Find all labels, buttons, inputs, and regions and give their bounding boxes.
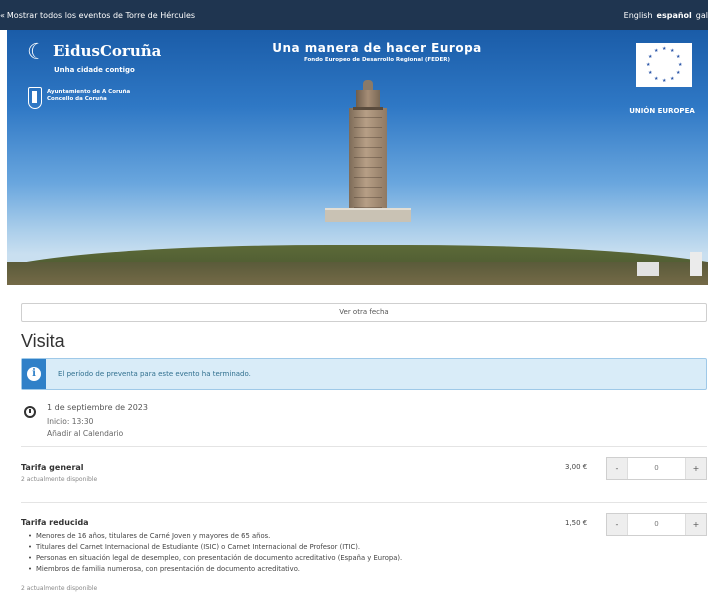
rate-availability-general: 2 actualmente disponible: [21, 476, 98, 483]
language-english[interactable]: English: [624, 11, 653, 20]
language-switcher: English español gal: [620, 11, 708, 20]
eu-flag-icon: ★ ★ ★ ★ ★ ★ ★ ★ ★ ★ ★ ★: [636, 43, 692, 87]
reduced-rate-conditions: Menores de 16 años, titulares de Carné J…: [36, 531, 402, 575]
rate-price-reduced: 1,50 €: [565, 519, 588, 527]
eu-slogan: Una manera de hacer Europa: [272, 41, 482, 55]
list-item: Personas en situación legal de desempleo…: [36, 553, 402, 564]
presale-ended-alert: i El período de preventa para este event…: [21, 358, 707, 390]
decrease-button[interactable]: -: [607, 514, 627, 535]
eidus-logo-icon: ☾: [27, 40, 47, 65]
rate-availability-reduced: 2 actualmente disponible: [21, 585, 98, 592]
show-all-events-link[interactable]: «Mostrar todos los eventos de Torre de H…: [0, 11, 197, 20]
back-arrow-icon: «: [0, 11, 5, 20]
quantity-stepper-general: - 0 +: [606, 457, 707, 480]
divider: [21, 502, 707, 503]
show-all-events-label: Mostrar todos los eventos de Torre de Hé…: [6, 11, 196, 20]
quantity-input[interactable]: 0: [627, 458, 686, 479]
language-spanish[interactable]: español: [657, 11, 692, 20]
increase-button[interactable]: +: [686, 458, 706, 479]
tower-of-hercules-image: [349, 108, 387, 210]
feder-label: Fondo Europeo de Desarrollo Regional (FE…: [303, 57, 450, 63]
event-date: 1 de septiembre de 2023: [47, 403, 148, 412]
event-start-time: Inicio: 13:30: [47, 417, 94, 426]
decrease-button[interactable]: -: [607, 458, 627, 479]
see-other-date-button[interactable]: Ver otra fecha: [21, 303, 707, 322]
rate-name-reduced: Tarifa reducida: [21, 518, 89, 527]
eidus-logo-title: EidusCoruña: [53, 42, 162, 60]
tower-railing: [353, 107, 383, 110]
rate-price-general: 3,00 €: [565, 463, 588, 471]
info-icon: i: [22, 359, 46, 389]
add-to-calendar-link[interactable]: Añadir al Calendario: [47, 429, 123, 438]
clock-icon: [24, 406, 36, 418]
list-item: Miembros de familia numerosa, con presen…: [36, 564, 402, 575]
alert-message: El período de preventa para este evento …: [58, 370, 251, 378]
eu-label: UNIÓN EUROPEA: [629, 107, 695, 115]
header-banner: ☾ EidusCoruña Unha cidade contigo Ayunta…: [7, 30, 708, 285]
banner-ground: [7, 262, 708, 285]
city-council-label: Ayuntamiento de A Coruña Concello da Cor…: [47, 89, 131, 102]
eidus-logo-subtitle: Unha cidade contigo: [54, 66, 135, 74]
divider: [21, 446, 707, 447]
city-shield-icon: [28, 87, 42, 109]
tower-base: [325, 208, 411, 222]
building-image: [637, 262, 659, 276]
building-image: [690, 252, 702, 276]
event-title: Visita: [21, 331, 65, 351]
increase-button[interactable]: +: [686, 514, 706, 535]
language-galician[interactable]: gal: [696, 11, 708, 20]
top-bar: «Mostrar todos los eventos de Torre de H…: [0, 0, 708, 30]
list-item: Menores de 16 años, titulares de Carné J…: [36, 531, 402, 542]
quantity-input[interactable]: 0: [627, 514, 686, 535]
rate-name-general: Tarifa general: [21, 463, 84, 472]
list-item: Titulares del Carnet Internacional de Es…: [36, 542, 402, 553]
quantity-stepper-reduced: - 0 +: [606, 513, 707, 536]
